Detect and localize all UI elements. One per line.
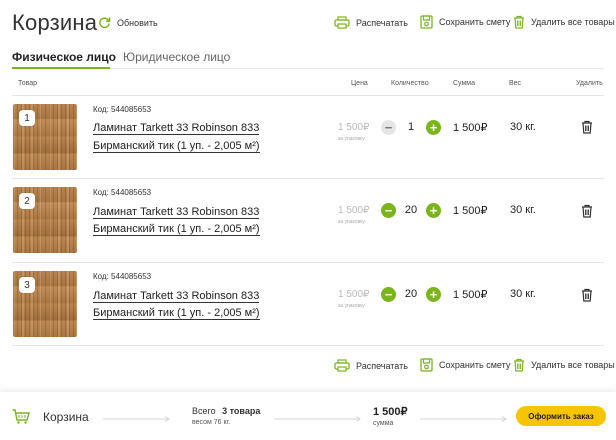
save-estimate-button-bottom[interactable]: Сохранить смету [420, 358, 510, 372]
quantity-value[interactable]: 20 [402, 288, 420, 300]
delete-all-label: Удалить все товары [531, 17, 615, 27]
save-label: Сохранить смету [439, 360, 511, 370]
product-code: Код: 544085653 [93, 105, 152, 114]
print-label: Распечатать [356, 17, 408, 28]
price-per-pack-label: за упаковку [338, 136, 365, 142]
trash-icon [582, 288, 592, 302]
save-label: Сохранить смету [439, 17, 511, 27]
row-number: 2 [19, 193, 35, 209]
product-name-line1: Ламинат Tarkett 33 Robinson 833 [93, 206, 260, 219]
row-sum: 1 500₽ [453, 289, 488, 301]
trash-icon [514, 358, 524, 372]
delete-all-label: Удалить все товары [531, 360, 615, 370]
printer-icon [334, 359, 350, 372]
delete-all-button[interactable]: Удалить все товары [513, 15, 615, 29]
quantity-value[interactable]: 1 [402, 121, 420, 133]
tab-legal-entity[interactable]: Юридическое лицо [123, 50, 230, 64]
cart-label: Корзина [43, 410, 89, 424]
refresh-label: Обновить [117, 17, 158, 28]
plus-icon: + [429, 120, 438, 135]
page-title: Корзина [12, 10, 98, 35]
print-button[interactable]: Распечатать [334, 16, 408, 29]
row-weight: 30 кг. [510, 121, 536, 133]
refresh-icon [99, 17, 111, 29]
product-name-line2: Бирманский тик (1 уп. - 2,005 м²) [93, 223, 260, 236]
column-quantity: Количество [391, 80, 429, 87]
product-name-link[interactable]: Ламинат Tarkett 33 Robinson 833 [93, 121, 260, 135]
decrease-quantity-button[interactable]: − [381, 287, 396, 302]
unit-price: 1 500₽ [338, 205, 370, 216]
total-prefix: Всего [192, 406, 216, 416]
print-button-bottom[interactable]: Распечатать [334, 359, 408, 372]
printer-icon [334, 16, 350, 29]
product-code: Код: 544085653 [93, 188, 152, 197]
row-sum: 1 500₽ [453, 205, 488, 217]
product-name-line1: Ламинат Tarkett 33 Robinson 833 [93, 290, 260, 303]
column-product: Товар [18, 80, 38, 87]
row-number: 1 [19, 110, 35, 126]
delete-all-button-bottom[interactable]: Удалить все товары [513, 358, 615, 372]
save-icon [420, 15, 433, 29]
cart-summary-bar: Корзина Всего 3 товара весом 76 кг. 1 50… [0, 392, 616, 440]
plus-icon: + [429, 287, 438, 302]
delete-row-button[interactable] [581, 204, 593, 223]
trash-icon [582, 120, 592, 134]
column-delete: Удалить [576, 80, 603, 87]
row-sum: 1 500₽ [453, 122, 488, 134]
product-name-link[interactable]: Бирманский тик (1 уп. - 2,005 м²) [93, 222, 260, 236]
price-per-pack-label: за упаковку [338, 303, 365, 309]
arrow-right-icon [274, 416, 361, 422]
header-divider [12, 95, 604, 96]
increase-quantity-button[interactable]: + [426, 287, 441, 302]
print-label: Распечатать [356, 360, 408, 371]
plus-icon: + [429, 203, 438, 218]
unit-price: 1 500₽ [338, 289, 370, 300]
product-name-link[interactable]: Ламинат Tarkett 33 Robinson 833 [93, 289, 260, 303]
column-sum: Сумма [453, 80, 475, 87]
row-number: 3 [19, 277, 35, 293]
increase-quantity-button[interactable]: + [426, 120, 441, 135]
product-name-link[interactable]: Бирманский тик (1 уп. - 2,005 м²) [93, 139, 260, 153]
decrease-quantity-button[interactable]: − [381, 120, 396, 135]
decrease-quantity-button[interactable]: − [381, 203, 396, 218]
save-estimate-button[interactable]: Сохранить смету [420, 15, 510, 29]
product-name-line1: Ламинат Tarkett 33 Robinson 833 [93, 122, 260, 135]
product-name-link[interactable]: Бирманский тик (1 уп. - 2,005 м²) [93, 306, 260, 320]
row-divider [12, 178, 604, 179]
quantity-value[interactable]: 20 [402, 204, 420, 216]
arrow-right-icon [103, 416, 170, 422]
column-price: Цена [351, 80, 368, 87]
save-icon [420, 358, 433, 372]
sum-label: сумма [373, 420, 394, 427]
checkout-button[interactable]: Оформить заказ [516, 406, 606, 426]
unit-price: 1 500₽ [338, 122, 370, 133]
active-tab-indicator [12, 67, 110, 69]
price-per-pack-label: за упаковку [338, 219, 365, 225]
total-items: 3 товара [222, 406, 261, 416]
arrow-right-icon [420, 416, 507, 422]
column-weight: Вес [509, 80, 522, 87]
minus-icon: − [384, 120, 393, 135]
trash-icon [582, 204, 592, 218]
product-code: Код: 544085653 [93, 272, 152, 281]
row-weight: 30 кг. [510, 204, 536, 216]
trash-icon [514, 15, 524, 29]
minus-icon: − [384, 203, 393, 218]
delete-row-button[interactable] [581, 288, 593, 307]
total-items-line: Всего 3 товара [192, 406, 260, 416]
row-divider [12, 262, 604, 263]
row-weight: 30 кг. [510, 288, 536, 300]
refresh-button[interactable]: Обновить [98, 16, 158, 29]
total-weight: весом 76 кг. [192, 419, 231, 426]
product-name-line2: Бирманский тик (1 уп. - 2,005 м²) [93, 307, 260, 320]
cart-icon [12, 409, 30, 424]
delete-row-button[interactable] [581, 120, 593, 139]
tab-individual[interactable]: Физическое лицо [12, 50, 116, 64]
minus-icon: − [384, 287, 393, 302]
product-name-line2: Бирманский тик (1 уп. - 2,005 м²) [93, 140, 260, 153]
row-divider [12, 345, 604, 346]
product-name-link[interactable]: Ламинат Tarkett 33 Robinson 833 [93, 205, 260, 219]
total-sum: 1 500₽ [373, 406, 408, 418]
increase-quantity-button[interactable]: + [426, 203, 441, 218]
